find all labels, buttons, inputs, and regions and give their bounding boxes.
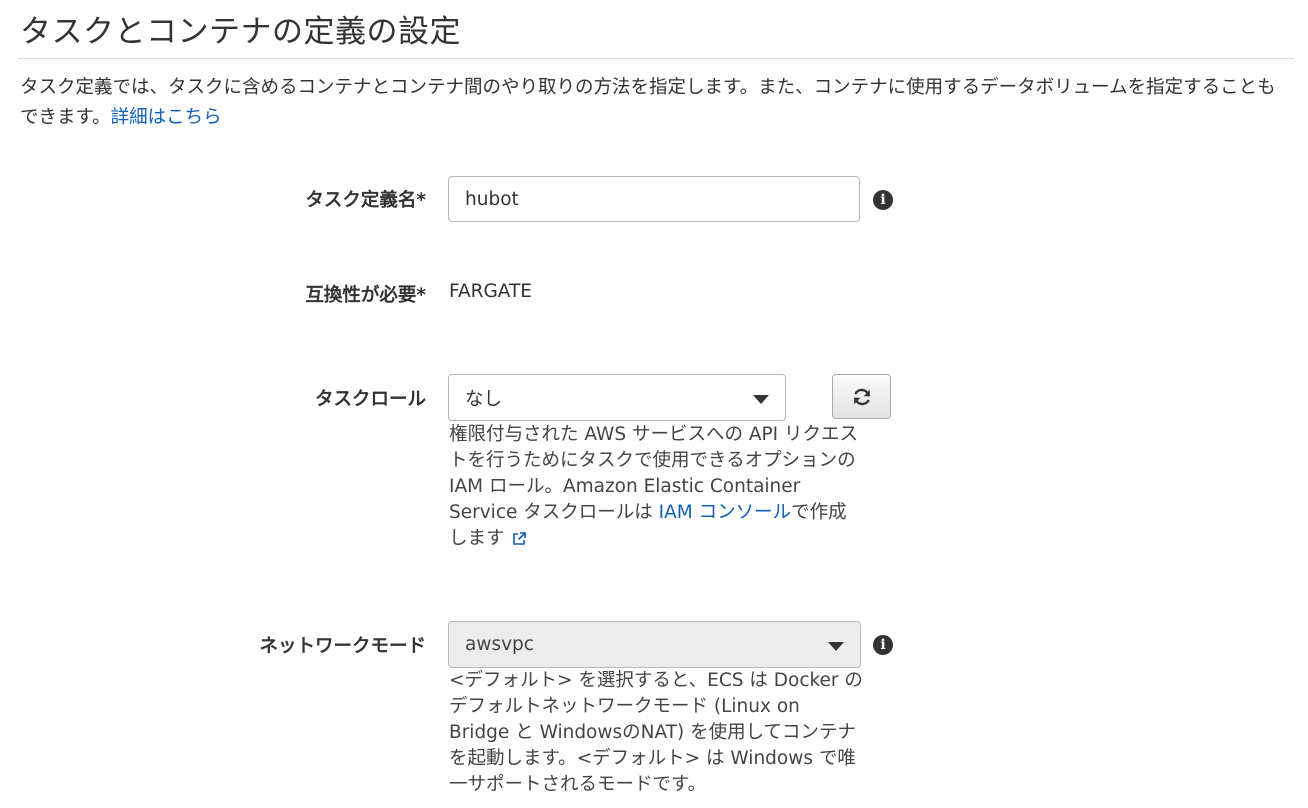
compatibility-label: 互換性が必要*	[305, 285, 426, 306]
refresh-icon	[853, 388, 870, 405]
chevron-down-icon	[828, 641, 844, 651]
task-role-select[interactable]: なし	[448, 374, 786, 421]
network-mode-selected: awsvpc	[465, 634, 534, 655]
network-mode-help: <デフォルト> を選択すると、ECS は Docker のデフォルトネットワーク…	[449, 670, 863, 795]
task-name-label: タスク定義名*	[305, 190, 426, 211]
task-name-input[interactable]	[448, 176, 860, 222]
task-role-help: 権限付与された AWS サービスへの API リクエストを行うためにタスクで使用…	[449, 422, 864, 552]
title-divider	[18, 58, 1294, 59]
info-circle-icon[interactable]: i	[873, 190, 893, 210]
network-mode-label: ネットワークモード	[259, 636, 426, 657]
refresh-roles-button[interactable]	[832, 374, 891, 419]
iam-console-link[interactable]: IAM コンソール	[659, 502, 791, 523]
task-role-label: タスクロール	[314, 389, 426, 410]
task-definition-page: タスクとコンテナの定義の設定 タスク定義では、タスクに含めるコンテナとコンテナ間…	[0, 0, 1308, 808]
intro-paragraph: タスク定義では、タスクに含めるコンテナとコンテナ間のやり取りの方法を指定します。…	[20, 73, 1290, 133]
learn-more-link[interactable]: 詳細はこちら	[111, 107, 222, 128]
compatibility-value: FARGATE	[449, 281, 532, 302]
page-title: タスクとコンテナの定義の設定	[20, 14, 461, 50]
external-link-icon[interactable]	[511, 531, 527, 547]
chevron-down-icon	[753, 394, 769, 404]
task-role-selected: なし	[465, 388, 503, 410]
network-mode-select[interactable]: awsvpc	[448, 621, 861, 668]
info-circle-icon[interactable]: i	[873, 635, 893, 655]
